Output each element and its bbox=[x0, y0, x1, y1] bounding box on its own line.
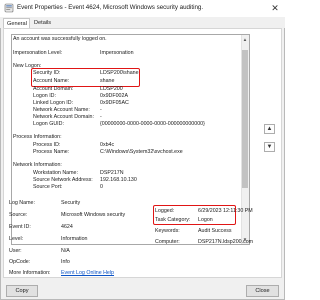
network-account-name-label: Network Account Name: bbox=[33, 107, 90, 113]
more-info-label: More Information: bbox=[9, 270, 51, 276]
logon-guid-value: {00000000-0000-0000-0000-000000000000} bbox=[100, 121, 205, 127]
event-viewer-icon bbox=[4, 3, 14, 13]
previous-event-button[interactable]: ▲ bbox=[264, 124, 275, 134]
network-account-name-value: - bbox=[100, 107, 102, 113]
source-port-label: Source Port: bbox=[33, 184, 63, 190]
next-event-button[interactable]: ▼ bbox=[264, 142, 275, 152]
keywords-label: Keywords: bbox=[155, 228, 180, 234]
scroll-thumb[interactable] bbox=[242, 50, 248, 188]
close-button[interactable]: Close bbox=[246, 285, 279, 297]
event-id-label: Event ID: bbox=[9, 224, 31, 230]
network-account-domain-value: - bbox=[100, 114, 102, 120]
account-domain-label: Account Domain: bbox=[33, 86, 74, 92]
level-label: Level: bbox=[9, 236, 24, 242]
security-id-label: Security ID: bbox=[33, 70, 61, 76]
tab-general[interactable]: General bbox=[3, 18, 30, 28]
copy-button[interactable]: Copy bbox=[6, 285, 38, 297]
process-name-label: Process Name: bbox=[33, 149, 70, 155]
logged-value: 6/29/2023 12:11:30 PM bbox=[198, 208, 253, 214]
tab-details[interactable]: Details bbox=[31, 18, 51, 28]
impersonation-label: Impersonation Level: bbox=[13, 50, 63, 56]
computer-value: DSP217N.ldsp200.com bbox=[198, 239, 254, 245]
keywords-value: Audit Success bbox=[198, 228, 232, 234]
source-port-value: 0 bbox=[100, 184, 103, 190]
process-id-label: Process ID: bbox=[33, 142, 61, 148]
log-name-value: Security bbox=[61, 200, 81, 206]
event-log-help-link[interactable]: Event Log Online Help bbox=[61, 270, 114, 276]
account-domain-value: LDSP200 bbox=[100, 86, 123, 92]
process-id-value: 0xb4c bbox=[100, 142, 115, 148]
logon-guid-label: Logon GUID: bbox=[33, 121, 64, 127]
source-value: Microsoft Windows security bbox=[61, 212, 126, 218]
computer-label: Computer: bbox=[155, 239, 180, 245]
network-info-header: Network Information: bbox=[13, 162, 62, 168]
impersonation-value: Impersonation bbox=[100, 50, 134, 56]
source-address-label: Source Network Address: bbox=[33, 177, 93, 183]
description-intro: An account was successfully logged on. bbox=[13, 36, 107, 42]
account-name-label: Account Name: bbox=[33, 78, 70, 84]
log-name-label: Log Name: bbox=[9, 200, 35, 206]
process-info-header: Process Information: bbox=[13, 134, 62, 140]
task-category-value: Logon bbox=[198, 217, 213, 223]
logged-label: Logged: bbox=[155, 208, 175, 214]
window-title: Event Properties - Event 4624, Microsoft… bbox=[17, 4, 204, 11]
level-value: Information bbox=[61, 236, 88, 242]
process-name-value: C:\Windows\System32\svchost.exe bbox=[100, 149, 183, 155]
scroll-up-arrow-icon[interactable]: ▲ bbox=[241, 36, 249, 43]
network-account-domain-label: Network Account Domain: bbox=[33, 114, 94, 120]
source-label: Source: bbox=[9, 212, 28, 218]
user-value: N/A bbox=[61, 248, 70, 254]
event-id-value: 4624 bbox=[61, 224, 73, 230]
opcode-value: Info bbox=[61, 259, 70, 265]
close-icon[interactable]: ✕ bbox=[268, 1, 282, 15]
workstation-name-label: Workstation Name: bbox=[33, 170, 78, 176]
logon-id-value: 0x9DF002A bbox=[100, 93, 128, 99]
linked-logon-id-label: Linked Logon ID: bbox=[33, 100, 74, 106]
account-name-value: shane bbox=[100, 78, 115, 84]
linked-logon-id-value: 0x9DF05AC bbox=[100, 100, 129, 106]
workstation-name-value: DSP217N bbox=[100, 170, 124, 176]
task-category-label: Task Category: bbox=[155, 217, 191, 223]
opcode-label: OpCode: bbox=[9, 259, 31, 265]
user-label: User: bbox=[9, 248, 22, 254]
logon-id-label: Logon ID: bbox=[33, 93, 56, 99]
source-address-value: 192.168.10.130 bbox=[100, 177, 137, 183]
security-id-value: LDSP200\shane bbox=[100, 70, 139, 76]
